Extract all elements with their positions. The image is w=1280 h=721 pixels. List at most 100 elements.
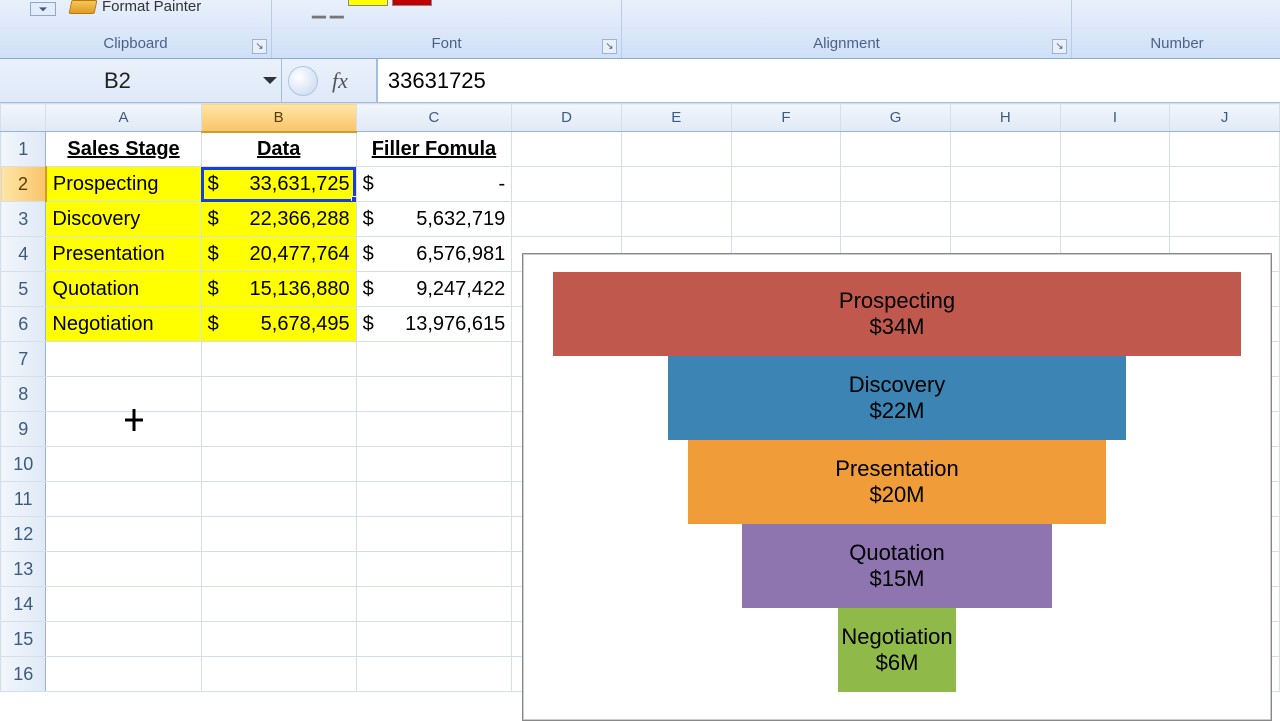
- cell[interactable]: [46, 482, 201, 517]
- row-header[interactable]: 14: [1, 587, 46, 622]
- cell[interactable]: [201, 517, 356, 552]
- row-header[interactable]: 4: [1, 237, 46, 272]
- funnel-bar[interactable]: Prospecting$34M: [553, 272, 1241, 356]
- row-header[interactable]: 5: [1, 272, 46, 307]
- name-box[interactable]: B2: [0, 59, 282, 102]
- cell[interactable]: [731, 132, 841, 167]
- cell[interactable]: [731, 202, 841, 237]
- row-header[interactable]: 7: [1, 342, 46, 377]
- funnel-chart[interactable]: Prospecting$34MDiscovery$22MPresentation…: [522, 253, 1272, 721]
- cell[interactable]: [201, 657, 356, 692]
- funnel-bar[interactable]: Discovery$22M: [668, 356, 1126, 440]
- row-header[interactable]: 10: [1, 447, 46, 482]
- cell[interactable]: [46, 412, 201, 447]
- cell[interactable]: [950, 132, 1060, 167]
- funnel-bar[interactable]: Quotation$15M: [742, 524, 1052, 608]
- cell[interactable]: [356, 447, 512, 482]
- cell[interactable]: Discovery: [46, 202, 201, 237]
- cell[interactable]: [46, 587, 201, 622]
- cell[interactable]: [46, 342, 201, 377]
- cell[interactable]: [512, 167, 622, 202]
- font-launcher[interactable]: ↘: [602, 39, 617, 54]
- row-header[interactable]: 9: [1, 412, 46, 447]
- fx-icon[interactable]: fx: [324, 68, 376, 94]
- cell[interactable]: [356, 482, 512, 517]
- format-painter-button[interactable]: Format Painter: [70, 0, 201, 15]
- cell-data[interactable]: $22,366,288: [201, 202, 356, 237]
- cell-filler[interactable]: $-: [356, 167, 512, 202]
- cell[interactable]: [356, 517, 512, 552]
- cell[interactable]: [731, 167, 841, 202]
- cell[interactable]: [841, 132, 951, 167]
- clipboard-launcher[interactable]: ↘: [252, 39, 267, 54]
- cell[interactable]: [201, 412, 356, 447]
- cell[interactable]: [841, 202, 951, 237]
- name-box-dropdown-icon[interactable]: [263, 77, 277, 91]
- column-header-i[interactable]: I: [1060, 104, 1170, 132]
- cell[interactable]: [512, 202, 622, 237]
- column-header-h[interactable]: H: [950, 104, 1060, 132]
- cell[interactable]: [356, 412, 512, 447]
- cell[interactable]: [46, 622, 201, 657]
- cell[interactable]: [356, 552, 512, 587]
- funnel-bar[interactable]: Negotiation$6M: [838, 608, 956, 692]
- alignment-launcher[interactable]: ↘: [1052, 39, 1067, 54]
- column-header-e[interactable]: E: [621, 104, 731, 132]
- font-color-swatch[interactable]: [392, 0, 432, 6]
- cell[interactable]: [1170, 132, 1280, 167]
- row-header[interactable]: 16: [1, 657, 46, 692]
- row-header[interactable]: 11: [1, 482, 46, 517]
- cell-filler[interactable]: $5,632,719: [356, 202, 512, 237]
- cell[interactable]: [46, 447, 201, 482]
- cell[interactable]: [46, 657, 201, 692]
- cell[interactable]: [46, 517, 201, 552]
- cell[interactable]: [201, 342, 356, 377]
- cell[interactable]: Filler Fomula: [356, 132, 512, 167]
- cell[interactable]: [1170, 202, 1280, 237]
- border-icon[interactable]: ▁: [330, 0, 344, 19]
- row-header[interactable]: 15: [1, 622, 46, 657]
- cell[interactable]: [621, 132, 731, 167]
- row-header[interactable]: 12: [1, 517, 46, 552]
- cell[interactable]: [201, 447, 356, 482]
- cell[interactable]: [201, 552, 356, 587]
- cell[interactable]: [46, 552, 201, 587]
- paste-dropdown[interactable]: [30, 2, 56, 16]
- cell-filler[interactable]: $6,576,981: [356, 237, 512, 272]
- row-header[interactable]: 13: [1, 552, 46, 587]
- cell-filler[interactable]: $13,976,615: [356, 307, 512, 342]
- border-icon[interactable]: ▁: [312, 0, 326, 19]
- cell[interactable]: [356, 587, 512, 622]
- column-header-f[interactable]: F: [731, 104, 841, 132]
- cell[interactable]: [1170, 167, 1280, 202]
- cell[interactable]: [201, 622, 356, 657]
- cell[interactable]: Data: [201, 132, 356, 167]
- row-header[interactable]: 2: [1, 167, 46, 202]
- cell[interactable]: Negotiation: [46, 307, 201, 342]
- cell[interactable]: [356, 622, 512, 657]
- cell-data[interactable]: $33,631,725: [201, 167, 356, 202]
- fill-color-swatch[interactable]: [348, 0, 388, 6]
- column-header-b[interactable]: B: [201, 104, 356, 132]
- cell[interactable]: [621, 167, 731, 202]
- cell[interactable]: [356, 342, 512, 377]
- select-all-corner[interactable]: [1, 104, 46, 132]
- cancel-icon[interactable]: [288, 66, 318, 96]
- row-header[interactable]: 1: [1, 132, 46, 167]
- cell[interactable]: Sales Stage: [46, 132, 201, 167]
- cell[interactable]: [1060, 202, 1170, 237]
- funnel-bar[interactable]: Presentation$20M: [688, 440, 1106, 524]
- cell[interactable]: Presentation: [46, 237, 201, 272]
- cell[interactable]: [201, 587, 356, 622]
- cell[interactable]: Prospecting: [46, 167, 201, 202]
- cell-data[interactable]: $20,477,764: [201, 237, 356, 272]
- cell[interactable]: [950, 202, 1060, 237]
- row-header[interactable]: 6: [1, 307, 46, 342]
- row-header[interactable]: 8: [1, 377, 46, 412]
- cell-data[interactable]: $5,678,495: [201, 307, 356, 342]
- column-header-g[interactable]: G: [841, 104, 951, 132]
- cell[interactable]: [950, 167, 1060, 202]
- worksheet[interactable]: ABCDEFGHIJ 1Sales StageDataFiller Fomula…: [0, 103, 1280, 692]
- row-header[interactable]: 3: [1, 202, 46, 237]
- cell[interactable]: [621, 202, 731, 237]
